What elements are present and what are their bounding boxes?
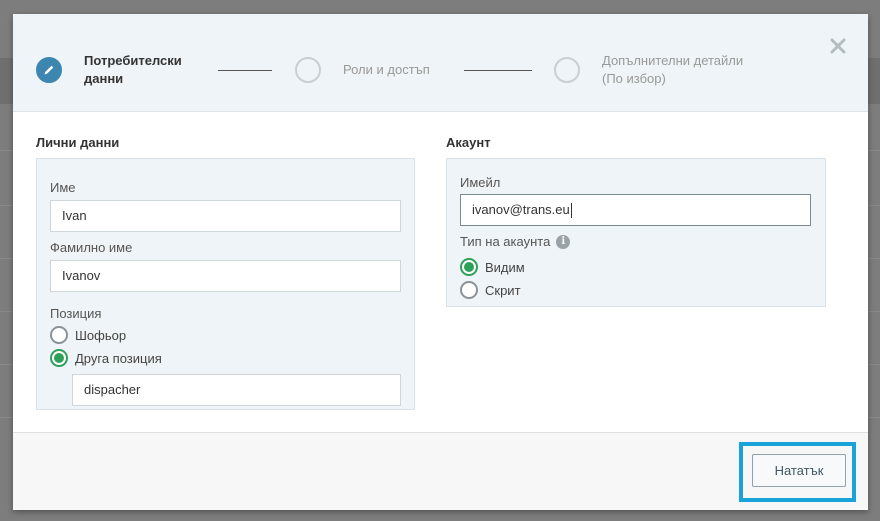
radio-unchecked-icon [460,281,478,299]
radio-label: Друга позиция [75,350,162,366]
wizard-stepper: Потребителски данни Роли и достъп Допълн… [13,14,868,112]
step-connector [218,70,272,71]
info-icon[interactable]: i [556,234,571,249]
radio-label: Видим [485,259,525,275]
account-type-label-text: Тип на акаунта [460,234,551,249]
position-label: Позиция [50,306,102,321]
radio-label: Скрит [485,282,521,298]
account-type-label: Тип на акаунта i [460,234,571,249]
step-additional-details[interactable]: Допълнителни детайли (По избор) [554,52,743,88]
radio-unchecked-icon [50,326,68,344]
next-button[interactable]: Нататък [752,454,846,487]
account-type-hidden[interactable]: Скрит [460,281,521,299]
radio-checked-icon [460,258,478,276]
step-roles-access[interactable]: Роли и достъп [295,57,430,83]
close-icon[interactable] [830,38,848,56]
first-name-label: Име [50,180,76,195]
email-input[interactable]: ivanov@trans.eu [460,194,811,226]
personal-data-panel: Име Ivan Фамилно име Ivanov Позиция Шофь… [36,158,415,410]
account-section-title: Акаунт [446,135,491,150]
last-name-label: Фамилно име [50,240,133,255]
position-option-driver[interactable]: Шофьор [50,326,126,344]
radio-label: Шофьор [75,327,127,343]
radio-checked-icon [50,349,68,367]
step-user-data[interactable]: Потребителски данни [36,52,182,88]
personal-section-title: Лични данни [36,135,120,150]
position-option-other[interactable]: Друга позиция [50,349,162,367]
step-label: Роли и достъп [343,62,430,77]
text-cursor [570,203,572,219]
step-circle-icon [554,57,580,83]
step-label-line1: Допълнителни детайли [602,53,744,68]
user-wizard-modal: Потребителски данни Роли и достъп Допълн… [13,14,868,510]
account-type-visible[interactable]: Видим [460,258,525,276]
email-label: Имейл [460,175,501,190]
step-connector [464,70,532,71]
email-value: ivanov@trans.eu [472,202,570,217]
modal-footer: Нататък [13,432,868,510]
step-label-line2: (По избор) [602,71,666,86]
step-circle-icon [295,57,321,83]
pencil-icon [36,57,62,83]
account-panel: Имейл ivanov@trans.eu Тип на акаунта i В… [446,158,826,307]
step-label-line1: Потребителски [84,53,182,68]
last-name-input[interactable]: Ivanov [50,260,401,292]
other-position-input[interactable]: dispacher [72,374,401,406]
first-name-input[interactable]: Ivan [50,200,401,232]
step-label-line2: данни [84,71,124,86]
